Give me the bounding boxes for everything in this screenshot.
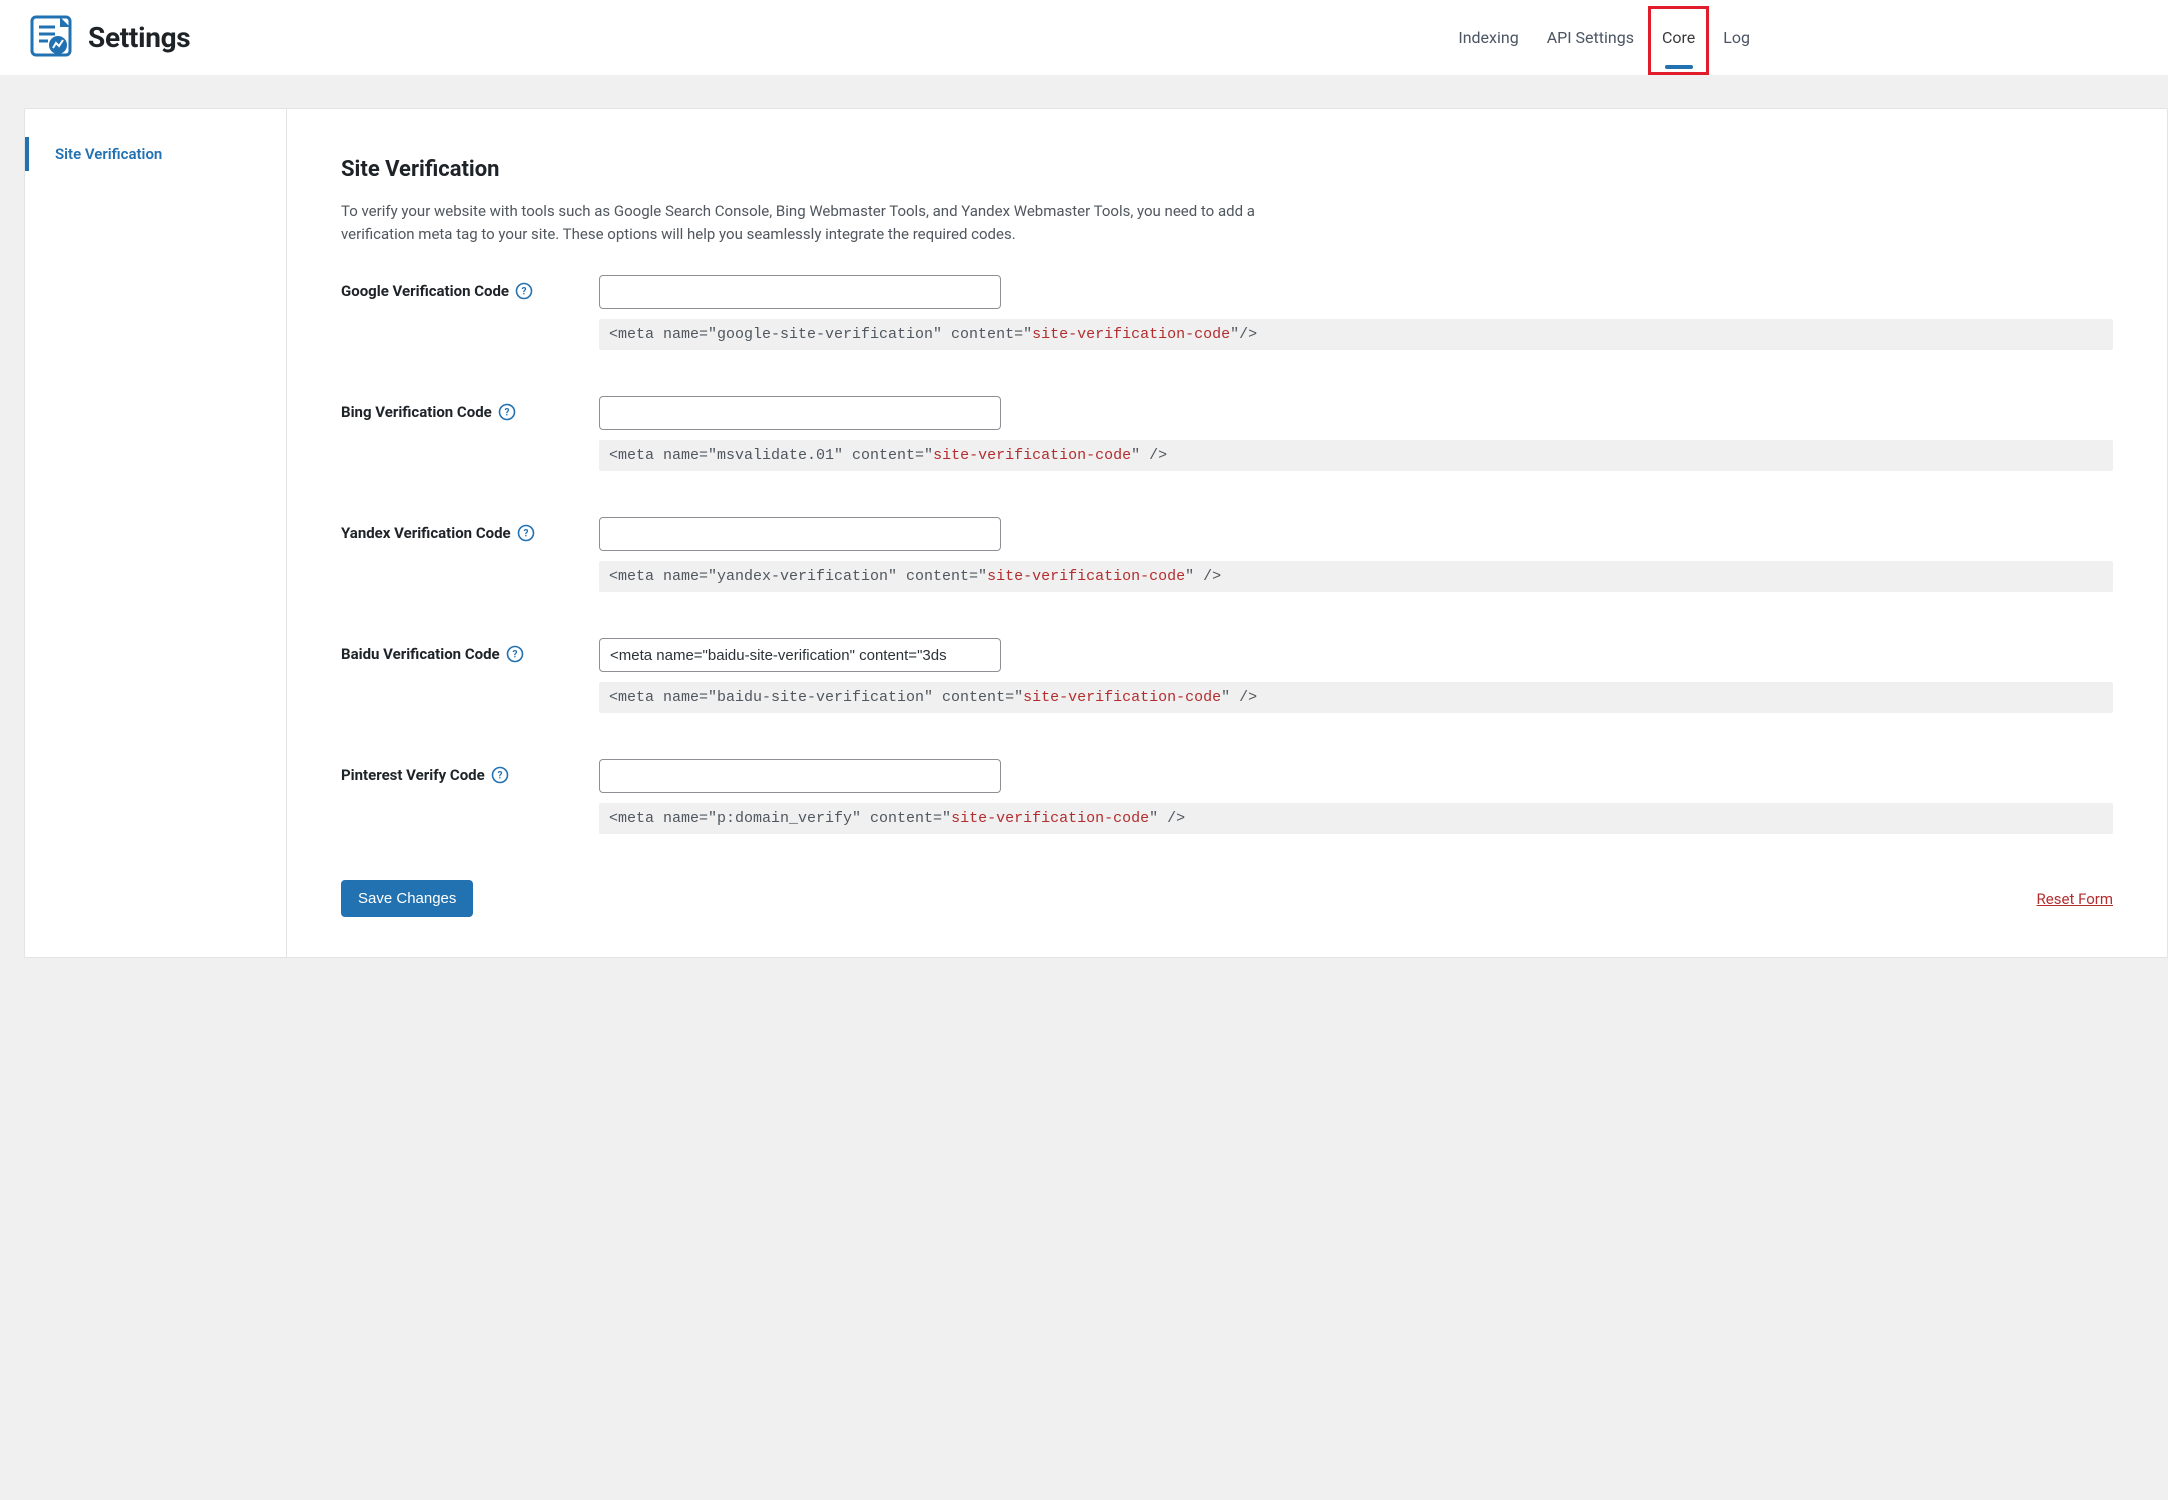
field-body: <meta name="baidu-site-verification" con… — [599, 638, 2113, 713]
form-actions: Save Changes Reset Form — [341, 880, 2113, 917]
field-hint: <meta name="google-site-verification" co… — [599, 319, 2113, 350]
brand: Settings — [28, 13, 190, 63]
field-label: Pinterest Verify Code ? — [341, 759, 599, 784]
field-row-yandex: Yandex Verification Code ? <meta name="y… — [341, 517, 2113, 592]
field-label: Yandex Verification Code ? — [341, 517, 599, 542]
field-body: <meta name="p:domain_verify" content="si… — [599, 759, 2113, 834]
svg-text:?: ? — [497, 771, 502, 782]
sidebar-item-site-verification[interactable]: Site Verification — [25, 137, 286, 171]
bing-verification-input[interactable] — [599, 396, 1001, 430]
save-button[interactable]: Save Changes — [341, 880, 473, 917]
reset-form-link[interactable]: Reset Form — [2037, 890, 2113, 908]
field-hint: <meta name="p:domain_verify" content="si… — [599, 803, 2113, 834]
settings-panel: Site Verification Site Verification To v… — [24, 108, 2168, 958]
field-label-text: Bing Verification Code — [341, 403, 492, 421]
baidu-verification-input[interactable] — [599, 638, 1001, 672]
settings-sidebar: Site Verification — [25, 109, 287, 957]
topbar: Settings Indexing API Settings Core Log — [0, 0, 2168, 76]
help-icon[interactable]: ? — [517, 524, 535, 542]
top-tabs: Indexing API Settings Core Log — [1458, 0, 1750, 75]
field-hint: <meta name="baidu-site-verification" con… — [599, 682, 2113, 713]
field-label: Google Verification Code ? — [341, 275, 599, 300]
tab-label: API Settings — [1547, 28, 1634, 47]
tab-log[interactable]: Log — [1723, 0, 1750, 75]
help-icon[interactable]: ? — [506, 645, 524, 663]
section-description: To verify your website with tools such a… — [341, 200, 1261, 245]
field-row-baidu: Baidu Verification Code ? <meta name="ba… — [341, 638, 2113, 713]
section-title: Site Verification — [341, 157, 2113, 182]
help-icon[interactable]: ? — [515, 282, 533, 300]
svg-text:?: ? — [523, 529, 528, 540]
page-body: Site Verification Site Verification To v… — [0, 76, 2168, 1500]
page-title: Settings — [88, 21, 190, 54]
field-label-text: Yandex Verification Code — [341, 524, 511, 542]
sidebar-item-label: Site Verification — [55, 145, 162, 163]
field-row-google: Google Verification Code ? <meta name="g… — [341, 275, 2113, 350]
svg-text:?: ? — [512, 650, 517, 661]
google-verification-input[interactable] — [599, 275, 1001, 309]
svg-text:?: ? — [522, 287, 527, 298]
field-body: <meta name="google-site-verification" co… — [599, 275, 2113, 350]
field-label-text: Pinterest Verify Code — [341, 766, 485, 784]
tab-label: Log — [1723, 28, 1750, 47]
field-hint: <meta name="yandex-verification" content… — [599, 561, 2113, 592]
help-icon[interactable]: ? — [491, 766, 509, 784]
app-logo-icon — [28, 13, 74, 63]
help-icon[interactable]: ? — [498, 403, 516, 421]
yandex-verification-input[interactable] — [599, 517, 1001, 551]
field-label-text: Google Verification Code — [341, 282, 509, 300]
tab-label: Core — [1662, 28, 1695, 47]
tab-core[interactable]: Core — [1662, 0, 1695, 75]
field-body: <meta name="msvalidate.01" content="site… — [599, 396, 2113, 471]
field-row-pinterest: Pinterest Verify Code ? <meta name="p:do… — [341, 759, 2113, 834]
settings-content: Site Verification To verify your website… — [287, 109, 2167, 957]
field-row-bing: Bing Verification Code ? <meta name="msv… — [341, 396, 2113, 471]
svg-text:?: ? — [504, 408, 509, 419]
tab-indexing[interactable]: Indexing — [1458, 0, 1518, 75]
tab-label: Indexing — [1458, 28, 1518, 47]
field-label: Baidu Verification Code ? — [341, 638, 599, 663]
pinterest-verification-input[interactable] — [599, 759, 1001, 793]
field-label-text: Baidu Verification Code — [341, 645, 500, 663]
tab-api-settings[interactable]: API Settings — [1547, 0, 1634, 75]
field-hint: <meta name="msvalidate.01" content="site… — [599, 440, 2113, 471]
field-body: <meta name="yandex-verification" content… — [599, 517, 2113, 592]
field-label: Bing Verification Code ? — [341, 396, 599, 421]
